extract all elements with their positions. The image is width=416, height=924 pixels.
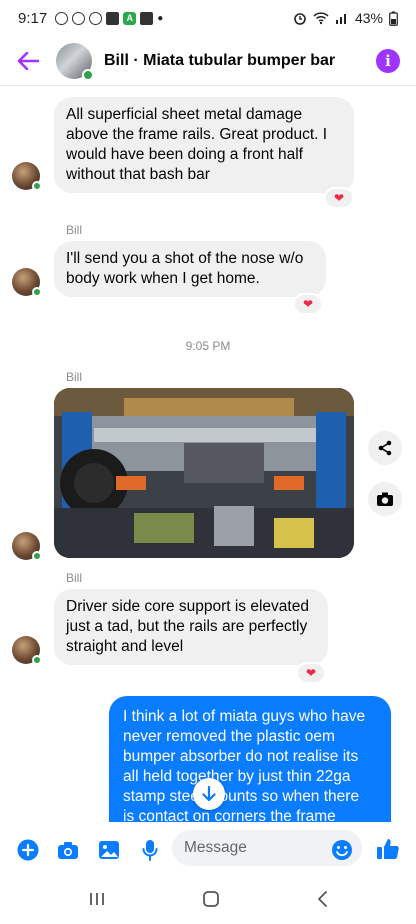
message-line: straight and level xyxy=(66,638,184,655)
message-line: just a tad, but the rails are perfectly xyxy=(66,618,308,635)
system-status: 43% xyxy=(293,10,398,26)
image-icon xyxy=(99,841,119,859)
sender-avatar[interactable] xyxy=(12,268,42,297)
message-line: stamp steel mounts so when there xyxy=(123,788,360,805)
camera-icon xyxy=(58,842,78,859)
sender-avatar[interactable] xyxy=(12,636,42,665)
outgoing-message[interactable]: I think a lot of miata guys who have nev… xyxy=(109,696,391,822)
sender-name: Bill xyxy=(66,370,83,384)
dot-icon: ● xyxy=(157,12,164,24)
sender-avatar[interactable] xyxy=(12,532,42,561)
message-line: is contact on corners the frame xyxy=(123,808,336,822)
heart-reaction[interactable]: ❤ xyxy=(293,293,323,315)
save-photo-button[interactable] xyxy=(368,482,402,516)
message-line: never removed the plastic oem xyxy=(123,728,335,745)
a-app-icon: A xyxy=(123,11,137,25)
status-time: 9:17 xyxy=(18,9,48,27)
incoming-message[interactable]: Driver side core support is elevated jus… xyxy=(54,589,328,665)
message-line: bumper absorber do not realise its xyxy=(123,748,359,765)
heart-icon: ❤ xyxy=(333,191,345,205)
voice-button[interactable] xyxy=(130,830,170,870)
microphone-icon xyxy=(142,840,158,861)
like-button[interactable] xyxy=(368,829,408,869)
status-bar: 9:17 A ● 43% xyxy=(0,0,416,36)
message-line: All superficial sheet metal damage xyxy=(66,106,303,123)
online-indicator xyxy=(82,68,94,81)
sender-name: Bill xyxy=(66,571,83,585)
online-indicator xyxy=(32,655,42,665)
online-indicator xyxy=(32,551,42,561)
recent-apps-button[interactable] xyxy=(88,891,106,912)
share-icon xyxy=(378,440,392,456)
sender-avatar[interactable] xyxy=(12,162,42,191)
online-indicator xyxy=(32,181,42,191)
heart-reaction[interactable]: ❤ xyxy=(324,187,354,209)
online-indicator xyxy=(32,287,42,297)
emoji-button[interactable] xyxy=(322,830,362,870)
scroll-to-bottom-button[interactable] xyxy=(193,778,225,810)
wifi-icon xyxy=(313,12,329,25)
heart-reaction[interactable]: ❤ xyxy=(296,662,326,684)
thumbs-up-icon xyxy=(377,839,399,859)
signal-icon xyxy=(335,14,346,24)
notification-icons: A ● xyxy=(55,11,164,25)
message-line: above the frame rails. Great product. I xyxy=(66,126,328,143)
back-arrow-icon xyxy=(17,51,39,70)
conversation-title[interactable]: Bill · Miata tubular bumper bar xyxy=(104,52,335,70)
message-line: would have been doing a front half xyxy=(66,146,303,163)
bag-icon xyxy=(140,11,154,25)
message-line: all held together by just thin 22ga xyxy=(123,768,351,785)
battery-level: 43% xyxy=(354,10,383,26)
messenger-icon xyxy=(55,11,69,25)
photo-attachment[interactable] xyxy=(54,388,354,558)
youtube-icon xyxy=(106,11,120,25)
home-icon xyxy=(203,890,219,907)
chevron-left-icon xyxy=(318,890,327,907)
more-actions-button[interactable] xyxy=(8,830,48,870)
alarm-icon xyxy=(294,13,306,25)
plus-icon xyxy=(17,839,39,861)
timestamp: 9:05 PM xyxy=(185,339,231,353)
home-button[interactable] xyxy=(202,890,220,913)
gallery-button[interactable] xyxy=(89,830,129,870)
sync-icon xyxy=(72,11,86,25)
message-line: I'll send you a shot of the nose w/o xyxy=(66,250,304,267)
camera-button[interactable] xyxy=(48,830,88,870)
message-list[interactable]: All superficial sheet metal damage above… xyxy=(0,87,416,822)
heart-icon: ❤ xyxy=(302,297,314,311)
message-line: Driver side core support is elevated xyxy=(66,598,309,615)
info-icon: i xyxy=(385,51,391,70)
message-line: I think a lot of miata guys who have xyxy=(123,708,366,725)
camera-icon xyxy=(377,492,393,506)
conversation-avatar[interactable] xyxy=(56,42,94,81)
share-button[interactable] xyxy=(368,431,402,465)
car-front-photo xyxy=(54,388,354,558)
message-line: without that bash bar xyxy=(66,166,210,183)
sender-name: Bill xyxy=(66,223,83,237)
arrow-down-icon xyxy=(202,786,216,802)
incoming-message[interactable]: All superficial sheet metal damage above… xyxy=(54,97,354,193)
incoming-message[interactable]: I'll send you a shot of the nose w/o bod… xyxy=(54,241,326,297)
messenger-icon xyxy=(89,11,103,25)
conversation-header: Bill · Miata tubular bumper bar i xyxy=(0,36,416,86)
system-navigation-bar xyxy=(0,878,416,924)
battery-icon xyxy=(389,11,398,26)
info-button[interactable]: i xyxy=(376,48,400,73)
emoji-icon xyxy=(332,840,352,860)
composer-bar xyxy=(0,822,416,878)
recent-apps-icon xyxy=(90,892,104,905)
back-button[interactable] xyxy=(0,36,56,86)
back-nav-button[interactable] xyxy=(316,890,328,913)
message-line: body work when I get home. xyxy=(66,270,260,287)
heart-icon: ❤ xyxy=(305,666,317,680)
